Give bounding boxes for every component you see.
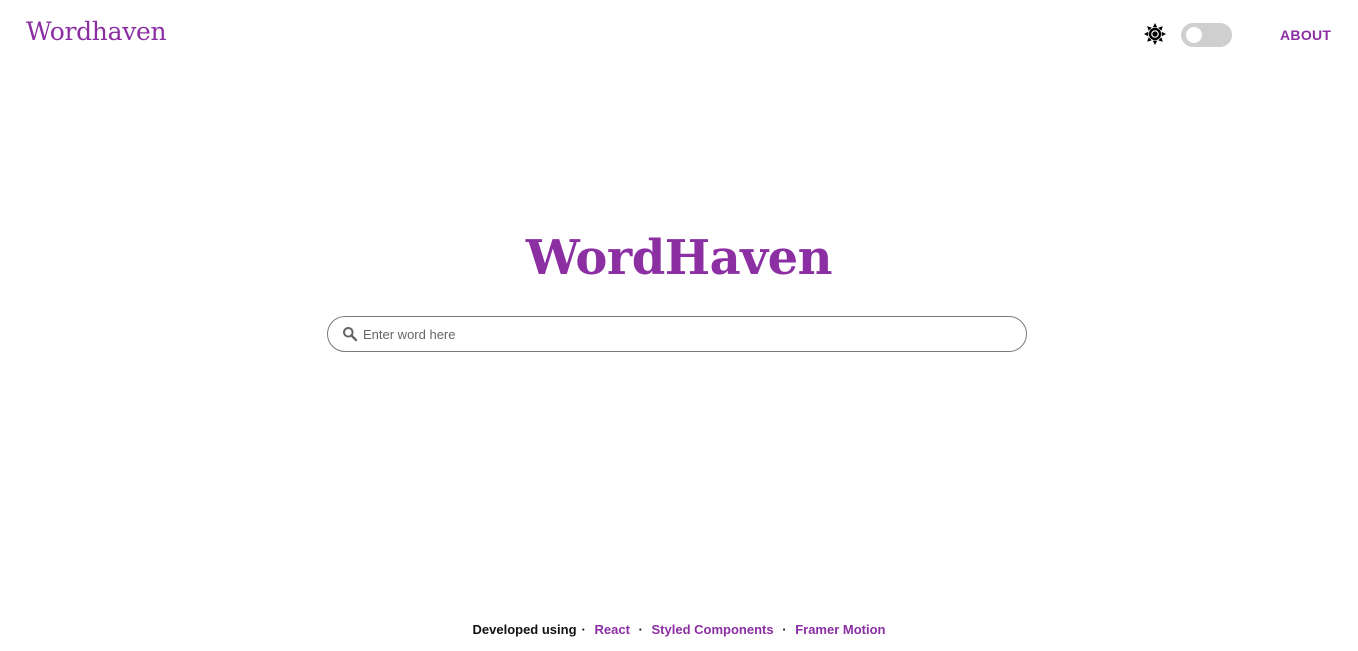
footer-link-framer-motion[interactable]: Framer Motion <box>795 622 885 637</box>
search-input[interactable] <box>363 317 1013 351</box>
page: Wordhaven ABOUT WordHaven Enter word her… <box>0 0 1358 651</box>
toggle-knob <box>1186 27 1202 43</box>
top-nav: Wordhaven ABOUT <box>0 0 1358 68</box>
brand-logo-link[interactable]: Wordhaven <box>26 17 167 46</box>
footer-label: Developed using <box>472 622 577 637</box>
about-link[interactable]: ABOUT <box>1280 27 1331 43</box>
footer-link-styled-components[interactable]: Styled Components <box>652 622 774 637</box>
sun-icon[interactable] <box>1144 23 1166 45</box>
footer-link-react[interactable]: React <box>595 622 630 637</box>
footer-separator: · <box>638 622 643 637</box>
search-icon <box>342 326 358 342</box>
footer: Developed using · React · Styled Componen… <box>0 622 1358 637</box>
search-bar[interactable] <box>327 316 1027 352</box>
footer-separator: · <box>581 622 586 637</box>
footer-separator: · <box>782 622 787 637</box>
theme-toggle[interactable] <box>1181 23 1232 47</box>
hero-title: WordHaven <box>525 230 833 286</box>
